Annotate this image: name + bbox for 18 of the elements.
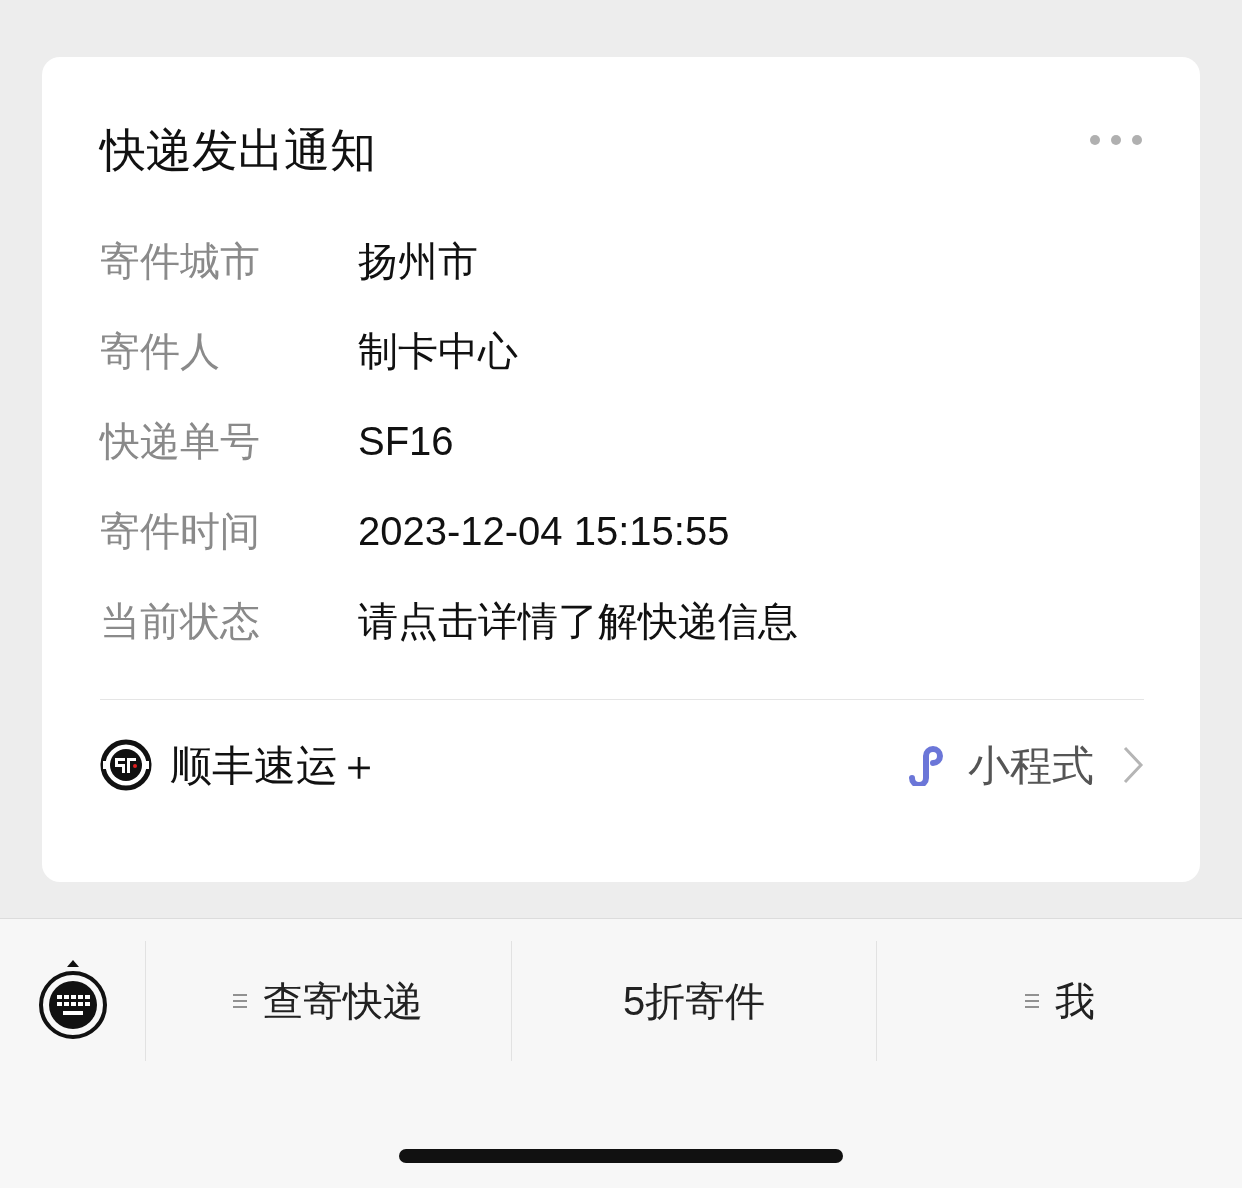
field-label: 当前状态 bbox=[100, 598, 261, 645]
chevron-right-icon bbox=[1122, 745, 1144, 785]
mini-program-link[interactable]: 小程式 bbox=[968, 733, 1144, 797]
field-label: 寄件时间 bbox=[100, 508, 261, 555]
menu-button[interactable]: 查寄快递 bbox=[145, 941, 511, 1061]
account-name: 顺丰速运＋ bbox=[170, 740, 380, 791]
field-value: 2023-12-04 15:15:55 bbox=[358, 508, 730, 555]
menu-button[interactable]: 5折寄件 bbox=[510, 941, 877, 1061]
field-value: SF16 bbox=[358, 418, 454, 465]
field-value: 制卡中心 bbox=[358, 328, 518, 375]
field-value: 扬州市 bbox=[358, 238, 478, 285]
field-label: 寄件城市 bbox=[100, 238, 261, 285]
field-label: 快递单号 bbox=[100, 418, 261, 465]
field-label: 寄件人 bbox=[100, 328, 221, 375]
menu-button[interactable]: 我 bbox=[876, 941, 1242, 1061]
courier-logo-icon bbox=[100, 739, 152, 791]
card-title: 快递发出通知 bbox=[100, 127, 376, 173]
field-value: 请点击详情了解快递信息 bbox=[358, 598, 798, 645]
